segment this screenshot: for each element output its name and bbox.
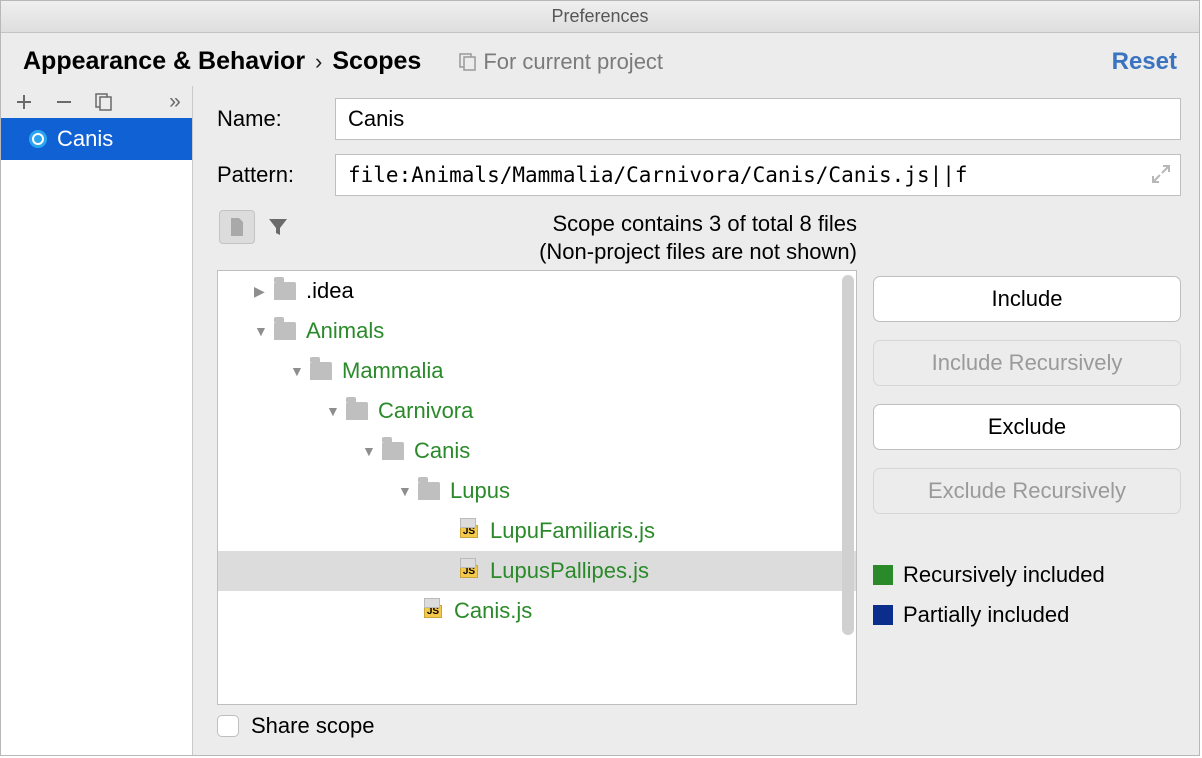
tree-label: Mammalia: [342, 358, 443, 384]
chevron-right-icon: ▶: [254, 283, 268, 300]
tree-label: Carnivora: [378, 398, 473, 424]
folder-icon: [346, 402, 368, 420]
breadcrumb-page: Scopes: [332, 47, 421, 76]
pattern-value: file:Animals/Mammalia/Carnivora/Canis/Ca…: [348, 163, 968, 187]
tree-row[interactable]: ▼ Lupus: [218, 471, 856, 511]
chevron-down-icon: ▼: [290, 363, 304, 379]
reset-button[interactable]: Reset: [1112, 48, 1177, 76]
tree-row[interactable]: JS LupusPallipes.js: [218, 551, 856, 591]
scope-list-item[interactable]: Canis: [1, 118, 192, 160]
tree-label: Canis.js: [454, 598, 532, 624]
folder-icon: [274, 322, 296, 340]
js-file-icon: JS: [422, 602, 444, 620]
name-label: Name:: [217, 106, 317, 132]
scope-toolbar: »: [1, 86, 192, 118]
tree-label: Canis: [414, 438, 470, 464]
share-scope-label: Share scope: [251, 713, 375, 739]
project-hint-text: For current project: [483, 49, 663, 75]
folder-icon: [310, 362, 332, 380]
filter-icon: [267, 216, 289, 238]
breadcrumb: Appearance & Behavior › Scopes For curre…: [1, 33, 1199, 86]
toggle-view-button[interactable]: [219, 210, 255, 244]
tree-row[interactable]: ▶ .idea: [218, 271, 856, 311]
remove-button[interactable]: [53, 91, 75, 113]
scope-list: Canis: [1, 118, 192, 755]
exclude-button[interactable]: Exclude: [873, 404, 1181, 450]
add-button[interactable]: [13, 91, 35, 113]
file-icon: [228, 217, 246, 237]
pattern-label: Pattern:: [217, 162, 317, 188]
color-swatch: [873, 565, 893, 585]
expand-icon[interactable]: [1150, 163, 1172, 185]
folder-icon: [274, 282, 296, 300]
include-recursively-button[interactable]: Include Recursively: [873, 340, 1181, 386]
expand-button[interactable]: »: [164, 91, 186, 113]
tree-row[interactable]: JS Canis.js: [218, 591, 856, 631]
tree-row[interactable]: ▼ Canis: [218, 431, 856, 471]
tree-row[interactable]: ▼ Mammalia: [218, 351, 856, 391]
exclude-recursively-button[interactable]: Exclude Recursively: [873, 468, 1181, 514]
include-button[interactable]: Include: [873, 276, 1181, 322]
chevron-down-icon: ▼: [398, 483, 412, 499]
file-tree[interactable]: ▶ .idea ▼ Animals ▼: [217, 270, 857, 705]
tree-row[interactable]: ▼ Carnivora: [218, 391, 856, 431]
folder-icon: [382, 442, 404, 460]
tree-label: .idea: [306, 278, 354, 304]
chevron-down-icon: ▼: [326, 403, 340, 419]
breadcrumb-root[interactable]: Appearance & Behavior: [23, 47, 305, 76]
tree-label: LupusPallipes.js: [490, 558, 649, 584]
tree-row[interactable]: ▼ Animals: [218, 311, 856, 351]
tree-row[interactable]: JS LupuFamiliaris.js: [218, 511, 856, 551]
tree-label: LupuFamiliaris.js: [490, 518, 655, 544]
copy-icon: [459, 53, 477, 71]
js-file-icon: JS: [458, 562, 480, 580]
color-swatch: [873, 605, 893, 625]
chevron-down-icon: ▼: [254, 323, 268, 339]
pattern-field[interactable]: file:Animals/Mammalia/Carnivora/Canis/Ca…: [335, 154, 1181, 196]
folder-icon: [418, 482, 440, 500]
chevron-right-icon: ›: [315, 49, 322, 75]
tree-label: Animals: [306, 318, 384, 344]
window-title: Preferences: [1, 1, 1199, 33]
copy-button[interactable]: [93, 91, 115, 113]
share-scope-checkbox[interactable]: [217, 715, 239, 737]
scope-count-text: Scope contains 3 of total 8 files (Non-p…: [289, 210, 857, 266]
legend-recursive: Recursively included: [873, 562, 1181, 588]
legend-partial: Partially included: [873, 602, 1181, 628]
project-hint: For current project: [459, 49, 663, 75]
scope-item-label: Canis: [57, 126, 113, 152]
name-field[interactable]: [335, 98, 1181, 140]
scrollbar[interactable]: [842, 275, 854, 635]
chevron-down-icon: ▼: [362, 443, 376, 459]
js-file-icon: JS: [458, 522, 480, 540]
filter-button[interactable]: [267, 216, 289, 238]
radio-icon: [29, 130, 47, 148]
tree-label: Lupus: [450, 478, 510, 504]
